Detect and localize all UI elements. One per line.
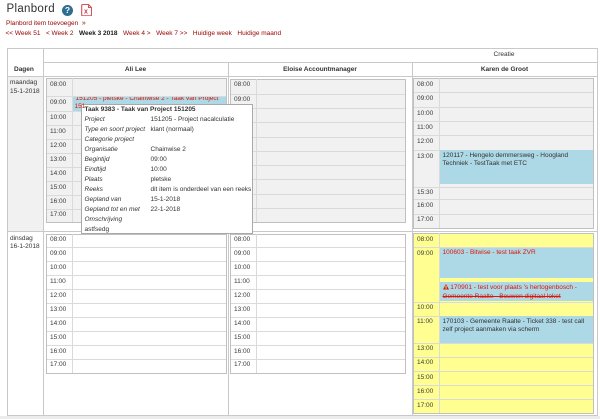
svg-text:x: x xyxy=(84,9,88,16)
